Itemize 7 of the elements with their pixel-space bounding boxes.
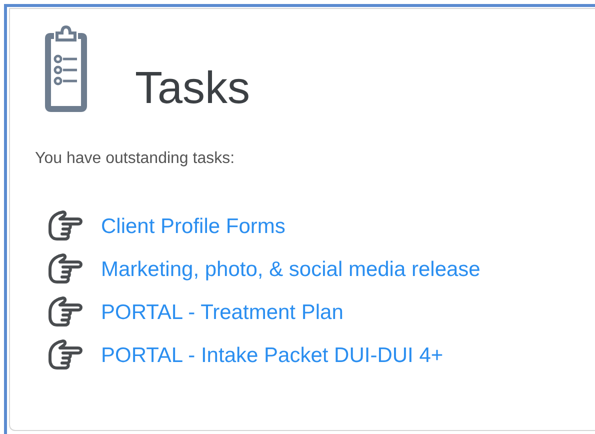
task-link[interactable]: Client Profile Forms xyxy=(101,214,286,238)
task-link[interactable]: PORTAL - Intake Packet DUI-DUI 4+ xyxy=(101,344,444,368)
intro-text: You have outstanding tasks: xyxy=(35,150,236,168)
clipboard-icon xyxy=(45,24,87,112)
page-title: Tasks xyxy=(135,62,250,114)
task-link[interactable]: Marketing, photo, & social media release xyxy=(101,258,480,282)
task-link[interactable]: PORTAL - Treatment Plan xyxy=(101,300,344,324)
